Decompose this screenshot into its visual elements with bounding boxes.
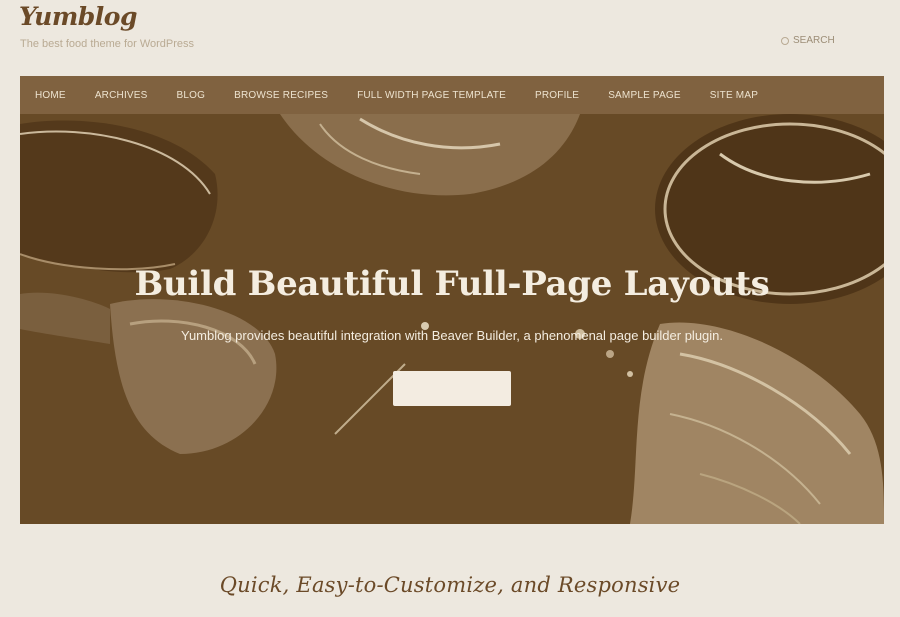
site-title[interactable]: Yumblog bbox=[19, 2, 137, 31]
nav-item-full-width-page-template[interactable]: Full Width Page Template bbox=[357, 90, 506, 101]
hero-food-photo bbox=[20, 114, 884, 524]
hero-subtitle: Yumblog provides beautiful integration w… bbox=[180, 328, 724, 343]
nav-item-sample-page[interactable]: Sample Page bbox=[608, 90, 681, 101]
main-container: Home Archives Blog Browse Recipes Full W… bbox=[20, 76, 884, 524]
primary-navigation: Home Archives Blog Browse Recipes Full W… bbox=[20, 76, 884, 114]
section-title: Quick, Easy-to-Customize, and Responsive bbox=[219, 573, 681, 597]
site-tagline: The best food theme for WordPress bbox=[20, 38, 195, 50]
hero-cta-button[interactable] bbox=[393, 371, 511, 406]
hero-section: Build Beautiful Full-Page Layouts Yumblo… bbox=[20, 114, 884, 524]
nav-item-blog[interactable]: Blog bbox=[177, 90, 206, 101]
header-search-label: SEARCH bbox=[793, 35, 835, 46]
nav-item-site-map[interactable]: Site Map bbox=[710, 90, 758, 101]
header-search[interactable]: SEARCH bbox=[781, 35, 835, 46]
hero-title: Build Beautiful Full-Page Layouts bbox=[134, 264, 770, 304]
nav-item-home[interactable]: Home bbox=[35, 90, 66, 101]
nav-item-browse-recipes[interactable]: Browse Recipes bbox=[234, 90, 328, 101]
nav-item-profile[interactable]: Profile bbox=[535, 90, 579, 101]
nav-item-archives[interactable]: Archives bbox=[95, 90, 148, 101]
search-icon bbox=[781, 36, 789, 45]
